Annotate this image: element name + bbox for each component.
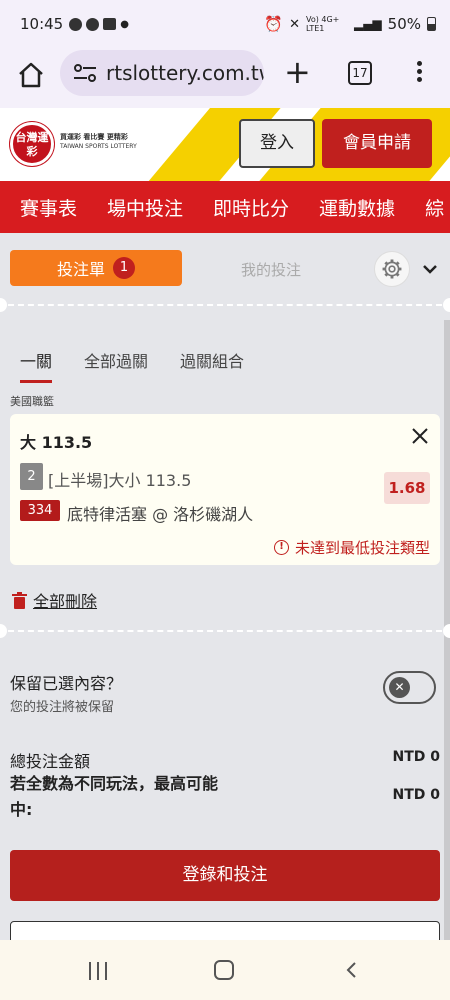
total-stake-label: 總投注金額 — [10, 752, 91, 771]
chevron-down-icon[interactable] — [420, 259, 440, 279]
logo-tagline: 買運彩 看比賽 更精彩 — [60, 133, 128, 141]
dot-icon: ● — [120, 18, 129, 30]
total-stake-value: NTD 0 — [392, 749, 440, 765]
toggle-off-icon: ✕ — [389, 677, 410, 698]
bet-warning: ! 未達到最低投注類型 — [273, 537, 430, 558]
bet-card: 大 113.5 2 [上半場]大小 113.5 1.68 334 底特律活塞 @… — [10, 414, 440, 565]
recents-icon[interactable] — [89, 962, 107, 980]
divider — [0, 624, 450, 638]
notification-icons: ● — [69, 17, 129, 31]
new-tab-icon[interactable]: + — [284, 56, 311, 88]
game-id-badge: 334 — [20, 500, 60, 521]
betslip-panel: 投注單 1 我的投注 一關 全部過關 過關組合 美國職籃 大 113.5 2 [… — [0, 241, 450, 961]
betslip-tab-label: 投注單 — [56, 260, 105, 279]
logo-subtitle: TAIWAN SPORTS LOTTERY — [60, 143, 137, 150]
battery-percent: 50% — [387, 15, 421, 33]
tab-count-button[interactable]: 17 — [348, 61, 372, 85]
delete-all-button[interactable]: 全部刪除 — [12, 588, 97, 612]
close-icon[interactable] — [410, 426, 430, 446]
site-settings-icon[interactable] — [72, 62, 98, 84]
logo-caption: 買運彩 看比賽 更精彩 TAIWAN SPORTS LOTTERY — [60, 132, 150, 152]
keep-selection-toggle[interactable]: ✕ — [383, 671, 436, 704]
betslip-count-badge: 1 — [113, 257, 135, 279]
home-nav-icon[interactable] — [214, 960, 234, 980]
url-text: rtslottery.com.tw — [106, 61, 264, 85]
site-header: 台灣運彩 買運彩 看比賽 更精彩 TAIWAN SPORTS LOTTERY 登… — [0, 108, 450, 181]
tab-single[interactable]: 一關 — [20, 348, 53, 383]
bet-number-badge: 2 — [20, 463, 43, 490]
url-bar[interactable]: rtslottery.com.tw — [60, 50, 264, 96]
home-icon[interactable] — [16, 60, 46, 90]
tab-my-bets[interactable]: 我的投注 — [196, 259, 346, 280]
tab-parlay-all[interactable]: 全部過關 — [84, 348, 148, 383]
keep-selection-title: 保留已選內容？ — [10, 674, 123, 693]
max-payout-label: 若全數為不同玩法，最高可能中: — [10, 774, 219, 819]
trash-icon — [12, 591, 27, 609]
warning-text: 未達到最低投注類型 — [294, 539, 430, 557]
mute-icon: ✕ — [289, 16, 300, 32]
nav-item-schedule[interactable]: 賽事表 — [20, 194, 77, 221]
site-logo[interactable]: 台灣運彩 — [10, 122, 54, 166]
tab-parlay-combo[interactable]: 過關組合 — [180, 348, 244, 383]
bet-type-tabs: 一關 全部過關 過關組合 — [20, 348, 244, 383]
main-nav: 賽事表 場中投注 即時比分 運動數據 綜 — [0, 181, 450, 233]
status-time: 10:45 — [20, 15, 64, 33]
status-bar: 10:45 ● ⏰ ✕ Vo) 4G+ LTE1 ▂▄▆ 50% — [0, 0, 450, 48]
alert-icon: ! — [273, 540, 289, 555]
nav-item-live-score[interactable]: 即時比分 — [213, 194, 289, 221]
nav-item-live-betting[interactable]: 場中投注 — [107, 194, 183, 221]
register-button[interactable]: 會員申請 — [322, 119, 432, 168]
signal-icon: ▂▄▆ — [353, 17, 382, 31]
odds-value: 1.68 — [384, 472, 430, 504]
soccer-icon — [86, 17, 100, 31]
gallery-icon — [103, 18, 117, 30]
browser-menu-icon[interactable] — [412, 58, 426, 88]
keep-selection-subtitle: 您的投注將被保留 — [10, 700, 115, 715]
delete-all-label: 全部刪除 — [33, 592, 98, 611]
login-button[interactable]: 登入 — [239, 119, 315, 168]
line-app-icon — [69, 17, 83, 31]
max-payout-value: NTD 0 — [392, 787, 440, 803]
gear-icon[interactable] — [374, 251, 410, 287]
back-icon[interactable] — [342, 960, 362, 980]
login-and-bet-button[interactable]: 登錄和投注 — [10, 850, 440, 901]
tab-betslip[interactable]: 投注單 1 — [10, 250, 182, 286]
nav-item-sports-data[interactable]: 運動數據 — [319, 194, 395, 221]
bet-description: [上半場]大小 113.5 — [48, 471, 192, 490]
league-label: 美國職籃 — [10, 395, 54, 408]
system-nav-bar — [0, 940, 450, 1000]
battery-icon — [427, 17, 436, 31]
game-name: 底特律活塞 @ 洛杉磯湖人 — [67, 505, 254, 524]
bet-title: 大 113.5 — [20, 433, 93, 452]
nav-item-more[interactable]: 綜 — [425, 194, 444, 221]
alarm-icon: ⏰ — [264, 15, 284, 33]
network-indicator: Vo) 4G+ LTE1 — [305, 15, 340, 33]
divider — [0, 298, 450, 312]
browser-toolbar: rtslottery.com.tw + 17 — [0, 48, 450, 108]
